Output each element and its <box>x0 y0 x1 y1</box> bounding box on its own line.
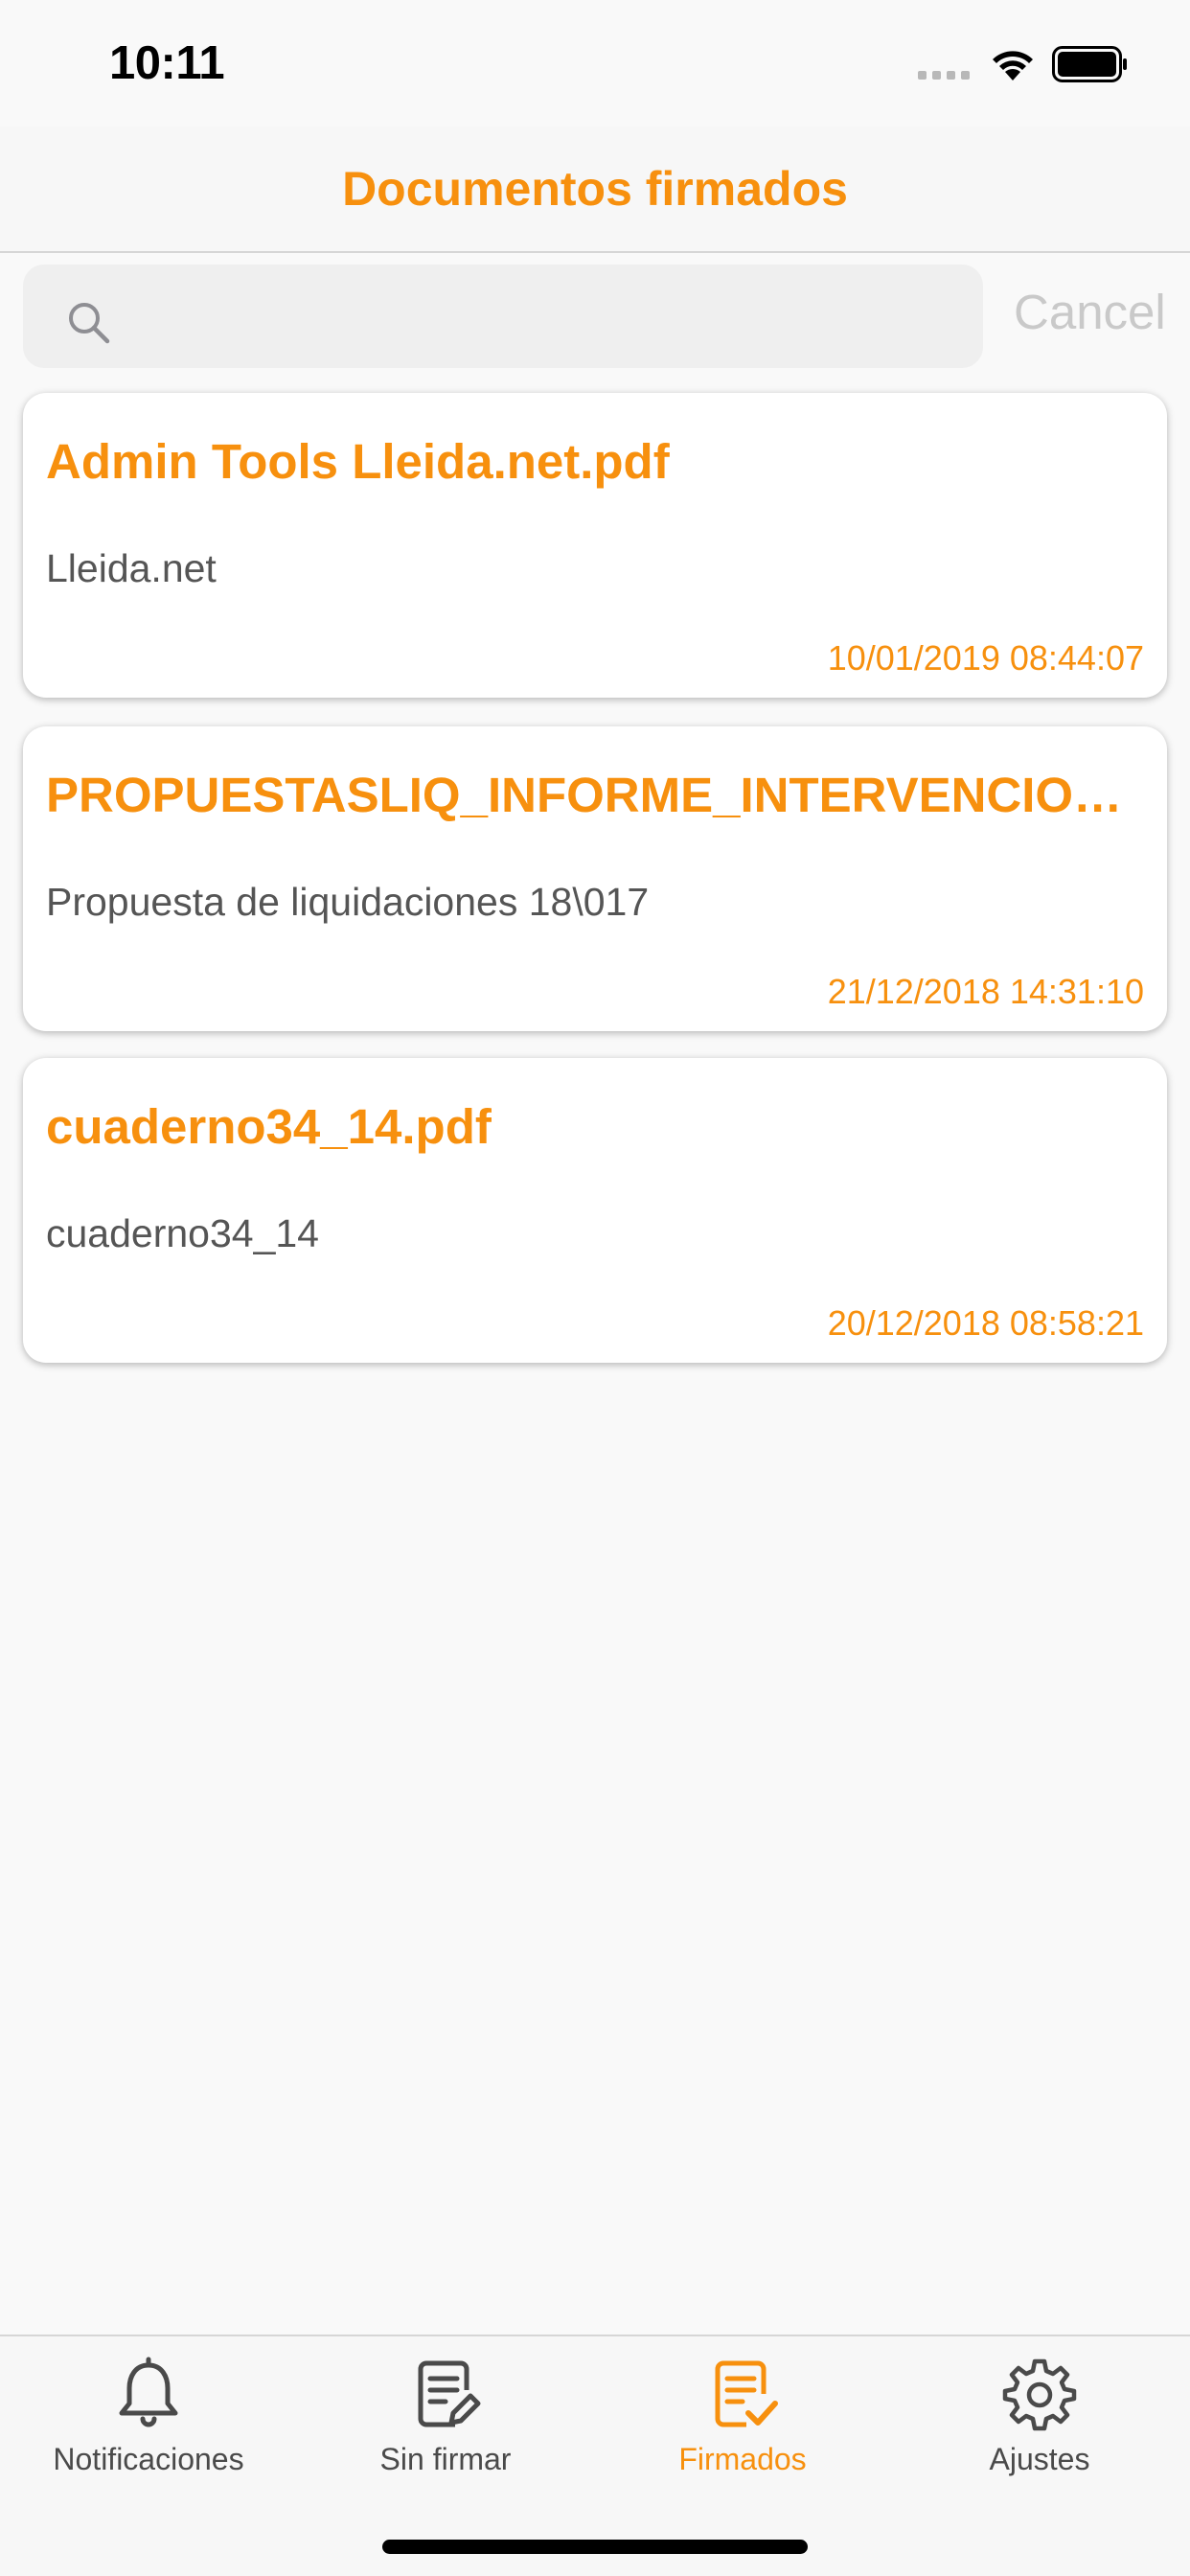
cancel-button[interactable]: Cancel <box>1014 284 1166 340</box>
search-input[interactable] <box>119 264 962 368</box>
tab-firmados[interactable]: Firmados <box>594 2336 891 2499</box>
page-title: Documentos firmados <box>342 162 848 216</box>
search-icon <box>69 303 110 344</box>
tab-sin-firmar[interactable]: Sin firmar <box>297 2336 594 2499</box>
document-subtitle: Propuesta de liquidaciones 18\017 <box>46 880 650 924</box>
search-field[interactable] <box>23 264 983 368</box>
document-subtitle: Lleida.net <box>46 546 217 590</box>
battery-icon <box>1052 46 1127 82</box>
tab-ajustes[interactable]: Ajustes <box>891 2336 1188 2499</box>
tab-label: Firmados <box>678 2442 807 2476</box>
tab-label: Notificaciones <box>53 2442 244 2476</box>
status-time: 10:11 <box>109 37 225 89</box>
document-card[interactable]: Admin Tools Lleida.net.pdf Lleida.net 10… <box>23 393 1167 698</box>
tab-notificaciones[interactable]: Notificaciones <box>0 2336 297 2499</box>
document-date: 10/01/2019 08:44:07 <box>827 638 1144 678</box>
document-subtitle: cuaderno34_14 <box>46 1211 319 1255</box>
document-title: Admin Tools Lleida.net.pdf <box>46 434 670 489</box>
search-bar: Cancel <box>0 255 1190 380</box>
document-check-icon <box>715 2360 778 2427</box>
navigation-bar: Documentos firmados <box>0 126 1190 253</box>
document-title: PROPUESTASLIQ_INFORME_INTERVENCION... <box>46 768 1148 822</box>
document-date: 20/12/2018 08:58:21 <box>827 1303 1144 1343</box>
wifi-icon <box>993 51 1033 80</box>
document-title: cuaderno34_14.pdf <box>46 1099 492 1154</box>
home-indicator <box>382 2540 808 2554</box>
document-card[interactable]: PROPUESTASLIQ_INFORME_INTERVENCION... Pr… <box>23 726 1167 1031</box>
cellular-signal-icon <box>918 71 970 80</box>
tab-bar: Notificaciones Sin firmar Firmados Ajust… <box>0 2334 1190 2576</box>
gear-icon <box>1002 2358 1077 2431</box>
document-card[interactable]: cuaderno34_14.pdf cuaderno34_14 20/12/20… <box>23 1058 1167 1363</box>
tab-label: Ajustes <box>989 2442 1090 2476</box>
status-bar: 10:11 <box>0 0 1190 126</box>
screen: 10:11 Documentos firmados Cancel Admin T… <box>0 0 1190 2576</box>
document-date: 21/12/2018 14:31:10 <box>827 972 1144 1011</box>
document-edit-icon <box>418 2360 481 2427</box>
bell-icon <box>119 2357 178 2427</box>
tab-label: Sin firmar <box>379 2442 512 2476</box>
